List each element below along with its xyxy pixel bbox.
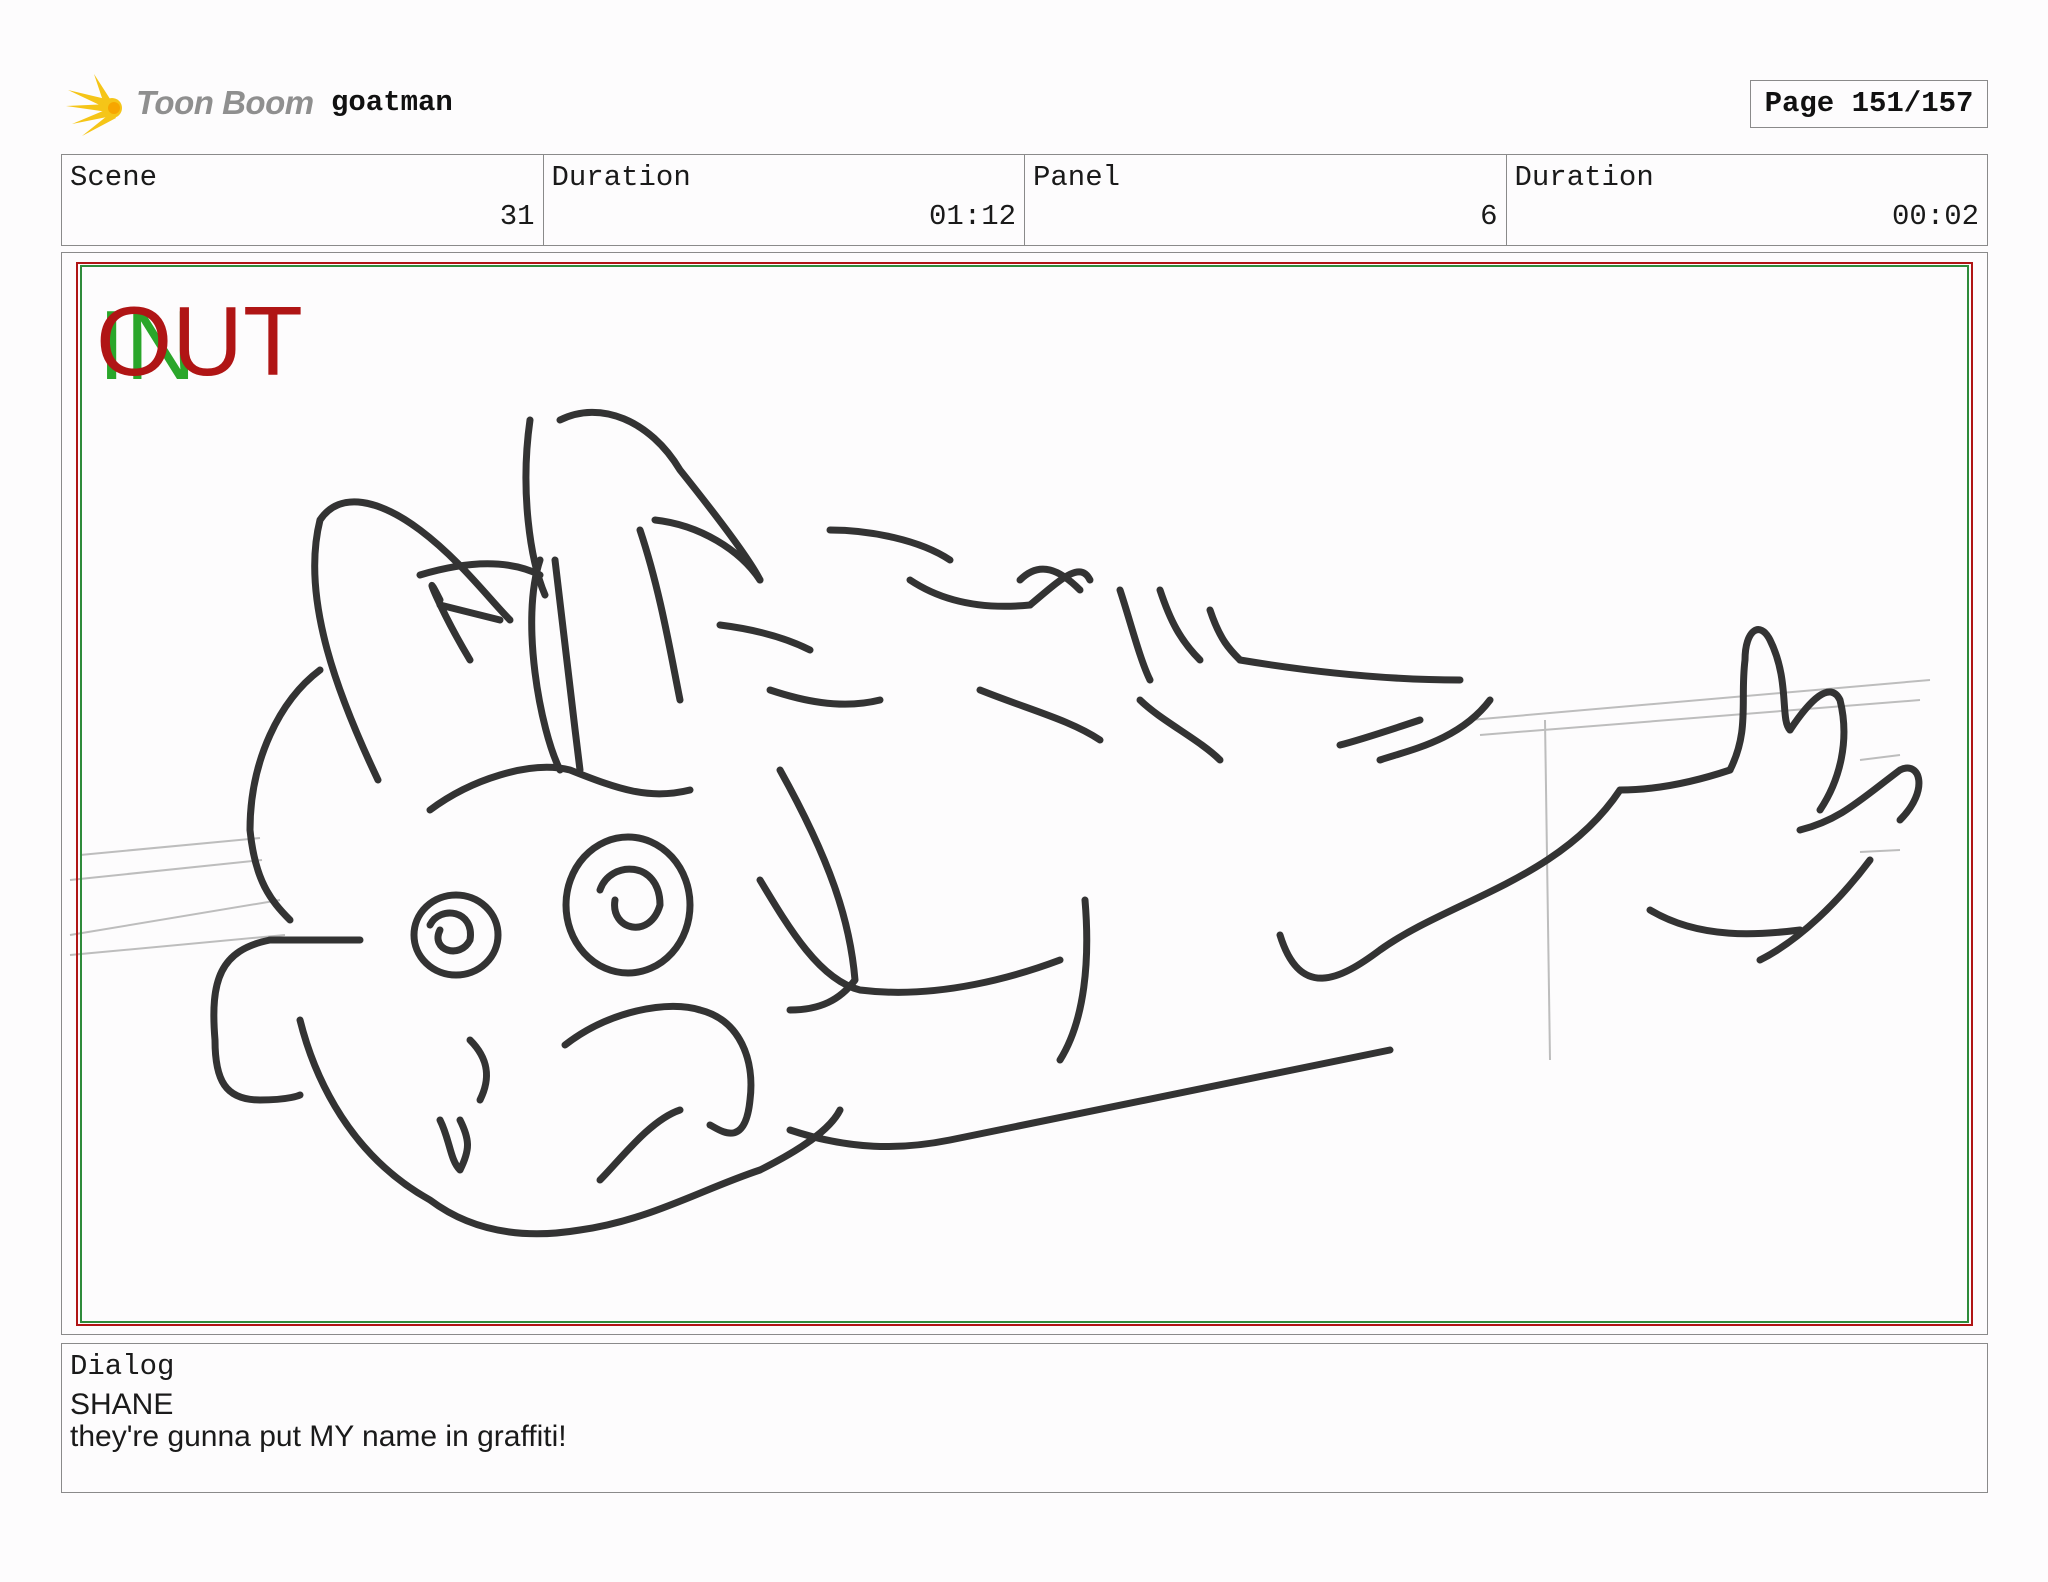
scene-value: 31: [499, 200, 535, 233]
page-indicator: Page 151/157: [1750, 80, 1988, 128]
dialog-speaker: SHANE: [70, 1388, 174, 1421]
dialog-box: Dialog SHANE they're gunna put MY name i…: [61, 1343, 1988, 1493]
starburst-icon: [66, 74, 122, 136]
scene-cell: Scene 31: [62, 155, 544, 245]
dialog-text: they're gunna put MY name in graffiti!: [70, 1420, 567, 1453]
scene-duration-label: Duration: [551, 161, 691, 194]
scene-label: Scene: [70, 161, 158, 194]
logo-text: Toon Boom: [136, 84, 314, 121]
panel-duration-cell: Duration 00:02: [1507, 155, 1988, 245]
dialog-label: Dialog: [70, 1350, 175, 1383]
panel-label: Panel: [1033, 161, 1121, 194]
safe-frame-in: [80, 265, 1969, 1323]
scene-duration-value: 01:12: [928, 200, 1016, 233]
panel-value: 6: [1480, 200, 1498, 233]
scene-duration-cell: Duration 01:12: [544, 155, 1025, 245]
toon-boom-logo: Toon Boom: [66, 70, 316, 140]
panel-duration-label: Duration: [1514, 161, 1654, 194]
scene-info-row: Scene 31 Duration 01:12 Panel 6 Duration…: [61, 154, 1988, 246]
project-name: goatman: [331, 86, 453, 119]
panel-duration-value: 00:02: [1891, 200, 1979, 233]
panel-cell: Panel 6: [1025, 155, 1507, 245]
out-marker: OUT: [96, 286, 303, 396]
